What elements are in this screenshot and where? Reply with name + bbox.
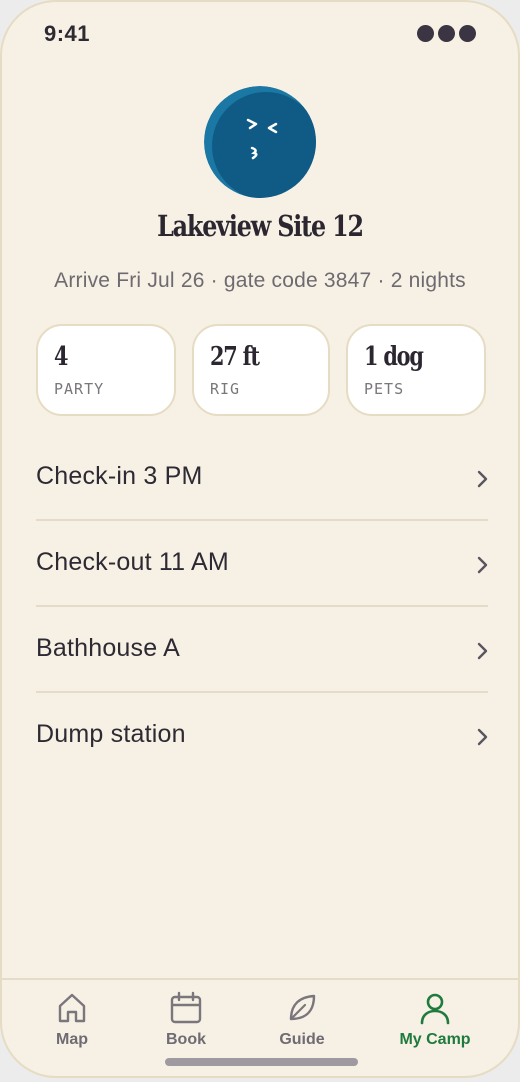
list-item-check-in[interactable]: Check-in 3 PM bbox=[36, 435, 488, 521]
tab-label: My Camp bbox=[399, 1031, 471, 1048]
list-item-check-out[interactable]: Check-out 11 AM bbox=[36, 521, 488, 607]
status-time: 9:41 bbox=[44, 21, 91, 46]
home-icon bbox=[58, 993, 86, 1023]
site-title: Lakeview Site 12 bbox=[157, 209, 364, 243]
leaf-icon bbox=[289, 994, 316, 1021]
list-item-label: Dump station bbox=[36, 720, 186, 748]
stat-card-party: 4 PARTY bbox=[36, 324, 176, 416]
stat-value: 1 dog bbox=[364, 342, 424, 372]
reservation-summary: Arrive Fri Jul 26 · gate code 3847 · 2 n… bbox=[54, 269, 466, 292]
tab-map[interactable]: Map bbox=[22, 980, 122, 1058]
stat-value: 4 bbox=[54, 342, 68, 372]
chevron-right-icon bbox=[477, 642, 488, 660]
chevron-right-icon bbox=[477, 556, 488, 574]
stat-label: PETS bbox=[364, 380, 405, 398]
tab-label: Guide bbox=[279, 1031, 325, 1048]
person-icon bbox=[420, 993, 450, 1025]
phone-frame: 9:41 Lakeview Site 12 Arrive Fri Jul 26 … bbox=[0, 0, 520, 1078]
stat-card-pets: 1 dog PETS bbox=[346, 324, 486, 416]
stat-card-rig: 27 ft RIG bbox=[192, 324, 330, 416]
chevron-right-icon bbox=[477, 470, 488, 488]
calendar-icon bbox=[170, 991, 202, 1024]
list-item-label: Check-out 11 AM bbox=[36, 548, 229, 576]
tab-my-camp[interactable]: My Camp bbox=[380, 980, 490, 1058]
list-item-label: Bathhouse A bbox=[36, 634, 180, 662]
tab-label: Book bbox=[166, 1031, 206, 1048]
status-dots-icon bbox=[417, 25, 476, 42]
chevron-right-icon bbox=[477, 728, 488, 746]
avatar bbox=[204, 86, 316, 198]
stat-label: RIG bbox=[210, 380, 241, 398]
stat-value: 27 ft bbox=[210, 342, 260, 372]
tab-book[interactable]: Book bbox=[136, 980, 236, 1058]
tab-guide[interactable]: Guide bbox=[252, 980, 352, 1058]
stat-label: PARTY bbox=[54, 380, 105, 398]
home-indicator bbox=[165, 1058, 358, 1066]
list-item-bathhouse[interactable]: Bathhouse A bbox=[36, 607, 488, 693]
tab-label: Map bbox=[56, 1031, 88, 1048]
list-item-dump-station[interactable]: Dump station bbox=[36, 693, 488, 777]
list-item-label: Check-in 3 PM bbox=[36, 462, 203, 490]
info-list: Check-in 3 PM Check-out 11 AM Bathhouse … bbox=[36, 435, 488, 777]
